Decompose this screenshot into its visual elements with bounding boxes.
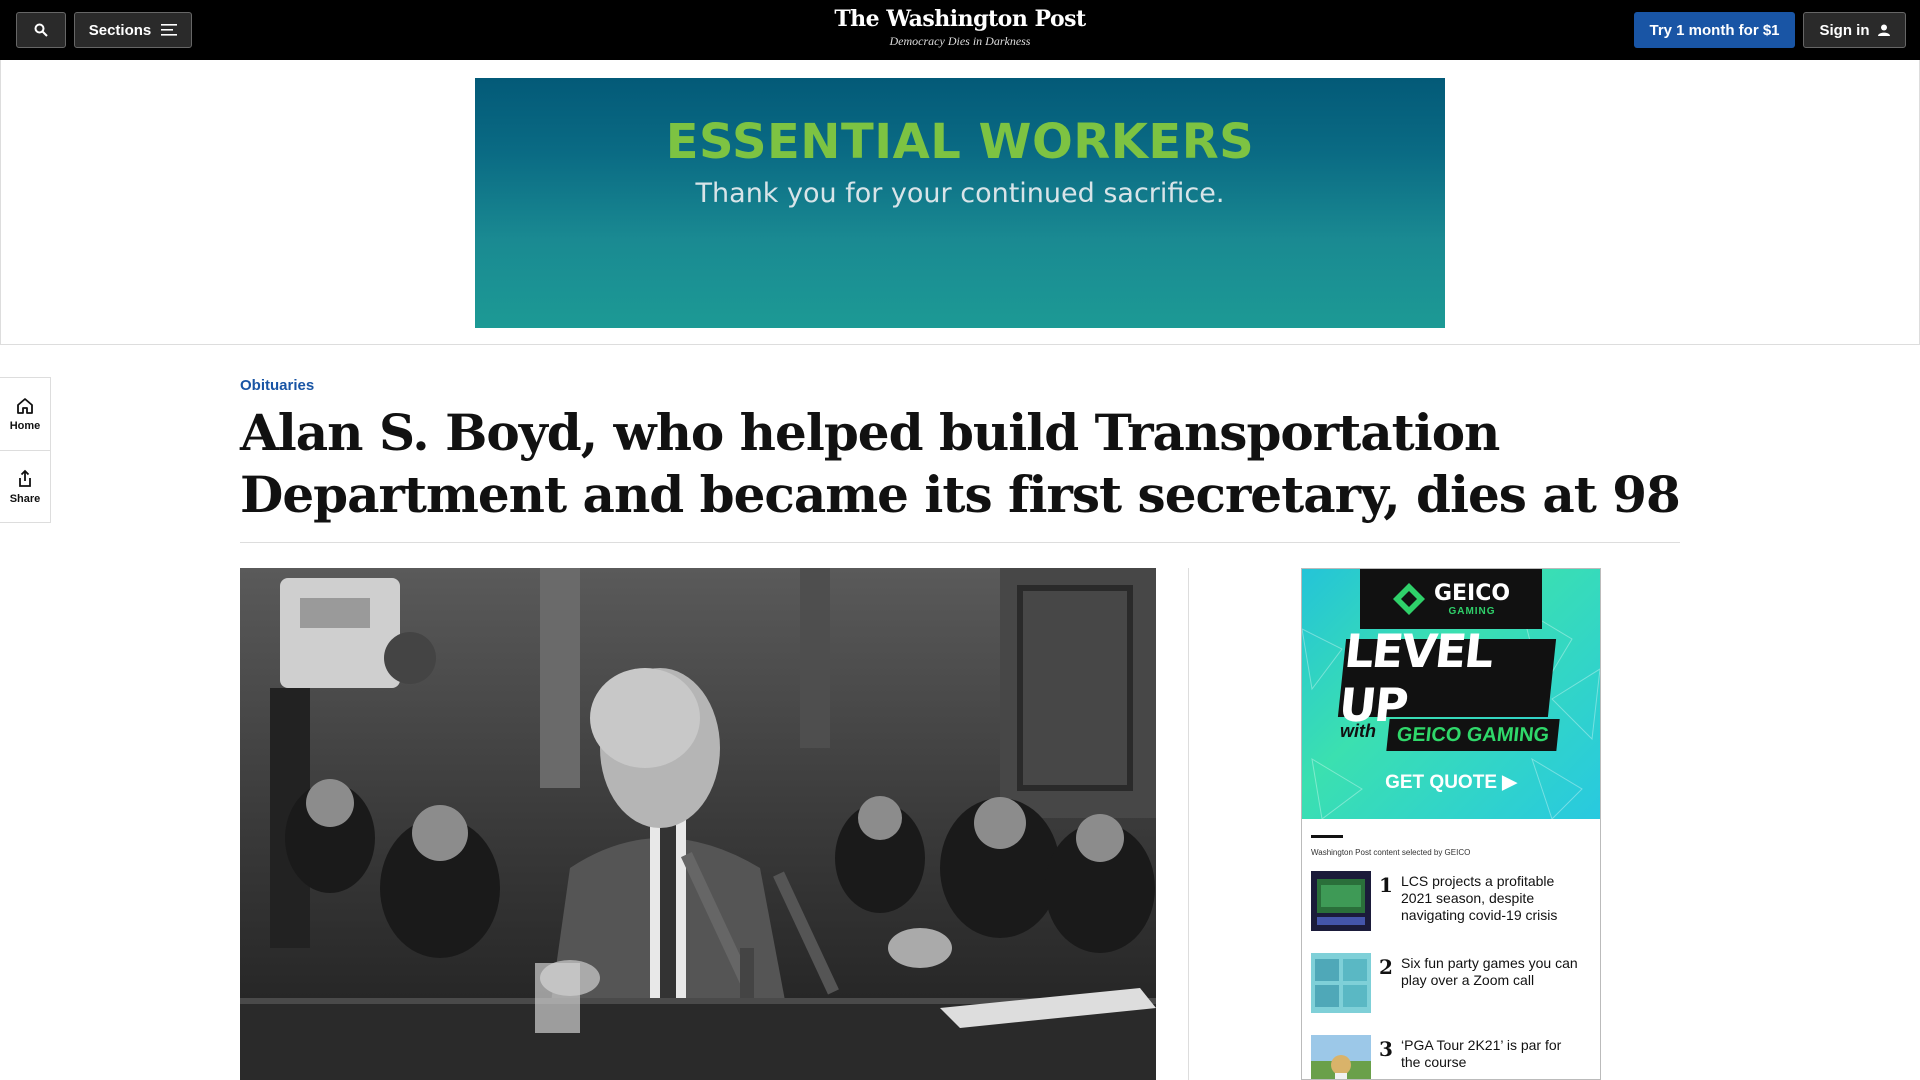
- geico-brand: GEICO: [1433, 581, 1511, 606]
- sponsored-item-title[interactable]: Six fun party games you can play over a …: [1401, 953, 1581, 989]
- ad-headline: LEVEL UP: [1336, 624, 1495, 732]
- left-rail: Home Share: [0, 377, 51, 523]
- menu-icon: [161, 24, 178, 36]
- article-lead-photo[interactable]: [240, 568, 1156, 1080]
- sections-button[interactable]: Sections: [74, 12, 192, 48]
- sponsored-content-box: GEICO GAMING LEVEL UP with GEICO GAMING …: [1301, 568, 1601, 1080]
- signin-button[interactable]: Sign in: [1803, 12, 1906, 48]
- lead-photo-illustration: [240, 568, 1156, 1080]
- rail-home-label: Home: [9, 420, 41, 432]
- sponsor-accent-bar: [1311, 835, 1343, 838]
- sponsored-item-title[interactable]: ‘PGA Tour 2K21’ is par for the course: [1401, 1035, 1581, 1071]
- home-icon: [17, 398, 33, 414]
- share-icon: [19, 469, 31, 487]
- geico-logo: GEICO GAMING: [1360, 569, 1542, 629]
- ad-subtitle: Thank you for your continued sacrifice.: [695, 178, 1225, 209]
- site-logo[interactable]: The Washington Post: [760, 6, 1160, 32]
- article-kicker[interactable]: Obituaries: [240, 377, 314, 394]
- ad-product: GEICO GAMING: [1395, 723, 1551, 746]
- sponsored-item[interactable]: 3 ‘PGA Tour 2K21’ is par for the course: [1311, 1035, 1600, 1079]
- rail-share[interactable]: Share: [0, 450, 50, 522]
- sponsored-item-thumbnail: [1311, 953, 1371, 1013]
- sponsored-item-thumbnail: [1311, 1035, 1371, 1079]
- rail-home[interactable]: Home: [0, 378, 50, 450]
- sponsor-note: Washington Post content selected by GEIC…: [1311, 848, 1471, 857]
- signin-label: Sign in: [1819, 21, 1870, 39]
- sections-label: Sections: [88, 21, 152, 39]
- ad-with-text: with: [1340, 721, 1376, 741]
- subscribe-button[interactable]: Try 1 month for $1: [1634, 12, 1795, 48]
- sponsored-item-number: 3: [1379, 1037, 1393, 1061]
- sponsored-item-number: 2: [1379, 955, 1393, 979]
- site-tagline: Democracy Dies in Darkness: [889, 34, 1031, 48]
- geico-diamond-icon: [1392, 583, 1425, 615]
- rail-share-label: Share: [9, 492, 41, 505]
- sponsored-item[interactable]: 1 LCS projects a profitable 2021 season,…: [1311, 871, 1600, 939]
- brand: The Washington Post Democracy Dies in Da…: [760, 6, 1160, 49]
- search-icon: [34, 23, 48, 37]
- sponsored-item-thumbnail: [1311, 871, 1371, 931]
- sponsored-item[interactable]: 2 Six fun party games you can play over …: [1311, 953, 1600, 1021]
- headline-divider: [240, 542, 1680, 543]
- top-navigation-bar: Sections The Washington Post Democracy D…: [0, 0, 1920, 60]
- sponsored-item-number: 1: [1379, 873, 1393, 897]
- ad-product-box: GEICO GAMING: [1386, 719, 1560, 751]
- geico-ad[interactable]: GEICO GAMING LEVEL UP with GEICO GAMING …: [1302, 569, 1600, 819]
- ad-banner[interactable]: ESSENTIAL WORKERS Thank you for your con…: [475, 78, 1445, 328]
- article-headline: Alan S. Boyd, who helped build Transport…: [240, 403, 1681, 524]
- user-icon: [1877, 24, 1890, 36]
- get-quote-button[interactable]: GET QUOTE ▶: [1302, 771, 1600, 794]
- column-divider: [1188, 568, 1189, 1080]
- geico-brand-sub: GAMING: [1448, 606, 1496, 617]
- sponsored-item-title[interactable]: LCS projects a profitable 2021 season, d…: [1401, 871, 1581, 924]
- ad-title: ESSENTIAL WORKERS: [665, 114, 1255, 170]
- levelup-box: LEVEL UP: [1336, 624, 1557, 732]
- search-button[interactable]: [16, 12, 66, 48]
